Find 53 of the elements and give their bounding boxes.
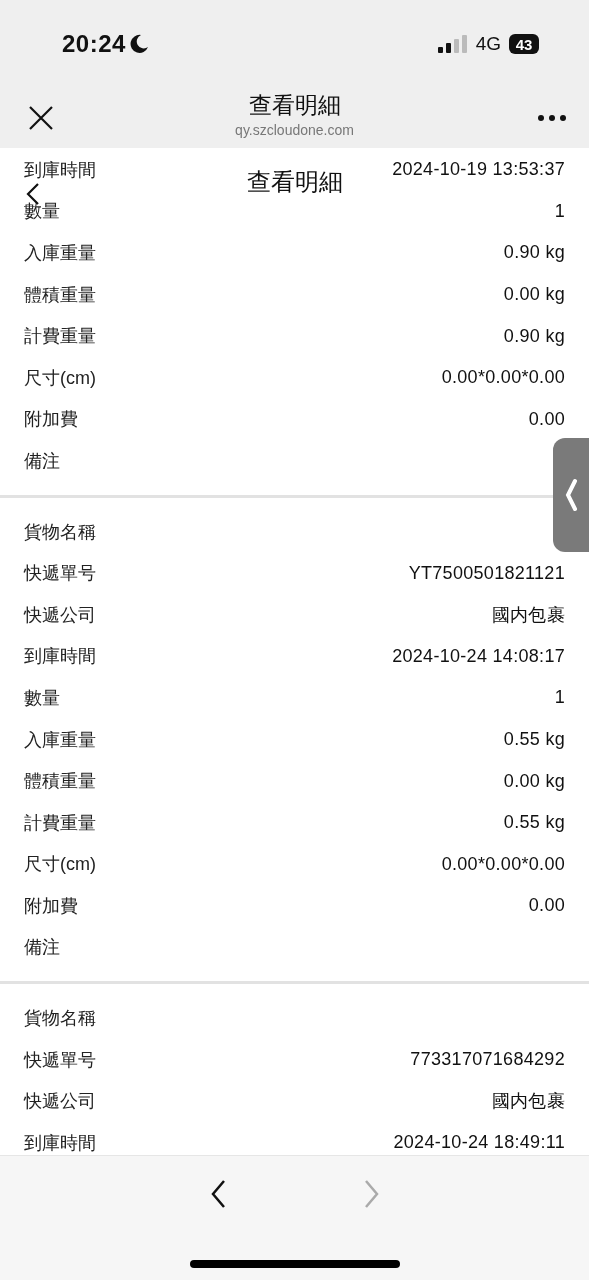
field-label: 入庫重量 <box>24 242 96 265</box>
moon-icon <box>128 34 149 54</box>
field-label: 快遞單号 <box>24 562 96 586</box>
field-value: 0.00*0.00*0.00 <box>441 853 565 875</box>
field-label: 入庫重量 <box>24 728 96 752</box>
signal-icon <box>437 35 468 53</box>
field-label: 到庫時間 <box>24 1131 96 1155</box>
field-value: 0.55 kg <box>503 812 565 834</box>
field-label: 體積重量 <box>24 283 96 307</box>
field-label: 體積重量 <box>24 770 96 794</box>
field-label: 快遞公司 <box>24 603 96 627</box>
field-label: 計費重量 <box>24 325 96 349</box>
field-label: 到庫時間 <box>24 158 96 182</box>
field-value: 0.90 kg <box>503 242 565 264</box>
field-value: 2024-10-24 18:49:11 <box>393 1132 565 1154</box>
field-value: 773317071684292 <box>410 1049 565 1071</box>
field-label: 快遞公司 <box>24 1090 96 1114</box>
field-value: 0.00 <box>528 895 565 917</box>
field-label: 數量 <box>24 200 60 224</box>
field-label: 附加費 <box>24 408 78 432</box>
field-value: 0.00 <box>528 408 565 430</box>
field-value: 1 <box>554 687 565 709</box>
network-label: 4G <box>475 33 501 55</box>
field-label: 計費重量 <box>24 811 96 835</box>
field-label: 備注 <box>24 449 60 473</box>
field-value: 2024-10-19 13:53:37 <box>392 159 565 181</box>
field-label: 備注 <box>24 936 60 960</box>
page-title: 查看明細 <box>246 167 343 197</box>
more-icon[interactable] <box>537 114 567 122</box>
field-label: 尺寸(cm) <box>24 366 96 390</box>
field-value: YT7500501821121 <box>408 562 565 584</box>
nav-title: 查看明細 <box>248 91 341 120</box>
field-value: 0.55 kg <box>503 729 565 750</box>
clock-time: 20:24 <box>62 30 126 58</box>
field-value: 0.00 kg <box>503 284 565 306</box>
field-label: 附加費 <box>24 894 78 918</box>
field-label: 貨物名稱 <box>24 520 96 544</box>
field-value: 0.90 kg <box>503 325 565 347</box>
page-url: qy.szcloudone.com <box>235 122 354 138</box>
field-value: 0.00*0.00*0.00 <box>441 367 565 389</box>
battery-level: 43 <box>509 34 539 54</box>
field-label: 貨物名稱 <box>24 1007 96 1031</box>
field-label: 數量 <box>24 686 60 710</box>
field-value: 0.00 kg <box>503 770 565 792</box>
field-label: 快遞單号 <box>24 1048 96 1072</box>
field-label: 尺寸(cm) <box>24 853 96 877</box>
field-value: 1 <box>554 200 565 222</box>
field-value: 2024-10-24 14:08:17 <box>392 645 565 667</box>
close-button[interactable] <box>28 105 54 131</box>
field-value: 國内包裹 <box>491 1090 565 1114</box>
field-label: 到庫時間 <box>24 645 96 669</box>
side-handle[interactable] <box>553 438 589 552</box>
field-value: 國内包裹 <box>491 603 565 627</box>
